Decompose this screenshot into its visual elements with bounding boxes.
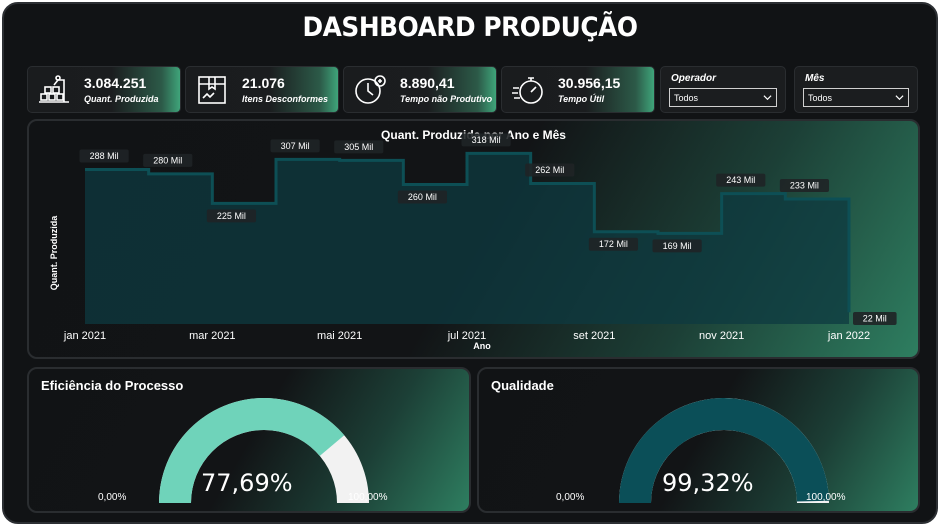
data-label: 243 Mil (716, 173, 766, 187)
x-tick-label: nov 2021 (699, 330, 744, 342)
kpi-card-itens-desconformes[interactable]: 21.076 Itens Desconformes (185, 66, 339, 113)
gauge-max-label: 100,00% (348, 492, 388, 503)
svg-text:280 Mil: 280 Mil (153, 155, 182, 165)
gauge-min-label: 0,00% (98, 492, 127, 503)
gauge-min-label: 0,00% (556, 492, 585, 503)
x-tick-label: jul 2021 (447, 330, 487, 342)
x-tick-label: mai 2021 (317, 330, 362, 342)
data-label: 262 Mil (525, 163, 575, 177)
data-label: 22 Mil (853, 312, 897, 325)
kpi-label: Itens Desconformes (242, 94, 329, 104)
x-tick-label: jan 2022 (827, 330, 870, 342)
svg-text:318 Mil: 318 Mil (472, 135, 501, 145)
kpi-label: Tempo Útil (558, 94, 605, 104)
production-chart: Quant. Produzida Ano 288 Mil 280 Mil 225 M… (49, 133, 897, 351)
filter-label: Mês (805, 73, 825, 84)
data-label: 260 Mil (397, 190, 448, 204)
gauge-value: 77,69% (201, 469, 293, 497)
operador-select[interactable]: Todos (669, 88, 777, 107)
filter-label: Operador (671, 73, 717, 84)
filter-operador: Operador Todos (660, 66, 786, 113)
chart-panel: Quant. Produzida por Ano e Mês Quant. Pr… (27, 119, 920, 359)
svg-text:169 Mil: 169 Mil (663, 241, 692, 251)
stopwatch-icon (512, 77, 543, 104)
data-label: 169 Mil (652, 239, 702, 253)
svg-text:233 Mil: 233 Mil (790, 181, 819, 191)
svg-text:288 Mil: 288 Mil (90, 151, 119, 161)
svg-text:172 Mil: 172 Mil (599, 239, 628, 249)
data-label: 305 Mil (334, 140, 384, 154)
select-value: Todos (674, 93, 699, 103)
svg-text:225 Mil: 225 Mil (217, 211, 246, 221)
clock-cycle-icon (355, 75, 386, 104)
box-icon (198, 76, 226, 104)
kpi-card-tempo-nao-produtivo[interactable]: 8.890,41 Tempo não Produtivo (343, 66, 497, 113)
kpi-label: Tempo não Produtivo (400, 94, 493, 104)
kpi-value: 8.890,41 (400, 75, 455, 91)
data-label: 288 Mil (79, 149, 129, 163)
kpi-value: 3.084.251 (84, 75, 147, 91)
chevron-down-icon (763, 95, 772, 101)
data-label: 225 Mil (206, 209, 257, 223)
page-title: DASHBOARD PRODUÇÃO (302, 12, 638, 43)
svg-text:262 Mil: 262 Mil (535, 165, 564, 175)
dashboard-frame: DASHBOARD PRODUÇÃO 3.084.251 Quant. Prod… (2, 2, 938, 524)
data-label: 280 Mil (143, 153, 193, 167)
gauge-value: 99,32% (662, 469, 754, 497)
svg-text:305 Mil: 305 Mil (344, 142, 373, 152)
svg-text:307 Mil: 307 Mil (281, 141, 310, 151)
data-label: 307 Mil (270, 139, 320, 153)
gauge-max-label: 100,00% (806, 492, 846, 503)
x-tick-label: mar 2021 (189, 330, 235, 342)
x-axis-label: Ano (473, 341, 491, 351)
chevron-down-icon (895, 95, 904, 101)
select-value: Todos (808, 93, 833, 103)
data-label: 318 Mil (461, 133, 511, 147)
svg-text:22 Mil: 22 Mil (863, 314, 887, 324)
y-axis-label: Quant. Produzida (49, 215, 59, 290)
data-label: 172 Mil (588, 237, 639, 251)
quality-gauge-panel: Qualidade 99,32% 0,00% 100,00% (477, 367, 920, 513)
kpi-card-quant-produzida[interactable]: 3.084.251 Quant. Produzida (27, 66, 181, 113)
x-tick-label: set 2021 (573, 330, 615, 342)
filter-mes: Mês Todos (794, 66, 918, 113)
svg-text:260 Mil: 260 Mil (408, 192, 437, 202)
kpi-card-tempo-util[interactable]: 30.956,15 Tempo Útil (501, 66, 655, 113)
data-label: 233 Mil (779, 179, 830, 193)
svg-text:243 Mil: 243 Mil (726, 175, 755, 185)
x-tick-label: jan 2021 (63, 330, 106, 342)
mes-select[interactable]: Todos (803, 88, 909, 107)
kpi-value: 21.076 (242, 75, 285, 91)
factory-icon (39, 75, 69, 103)
kpi-label: Quant. Produzida (84, 94, 159, 104)
efficiency-gauge-panel: Eficiência do Processo 77,69% 0,00% 100,… (27, 367, 471, 513)
kpi-value: 30.956,15 (558, 75, 621, 91)
